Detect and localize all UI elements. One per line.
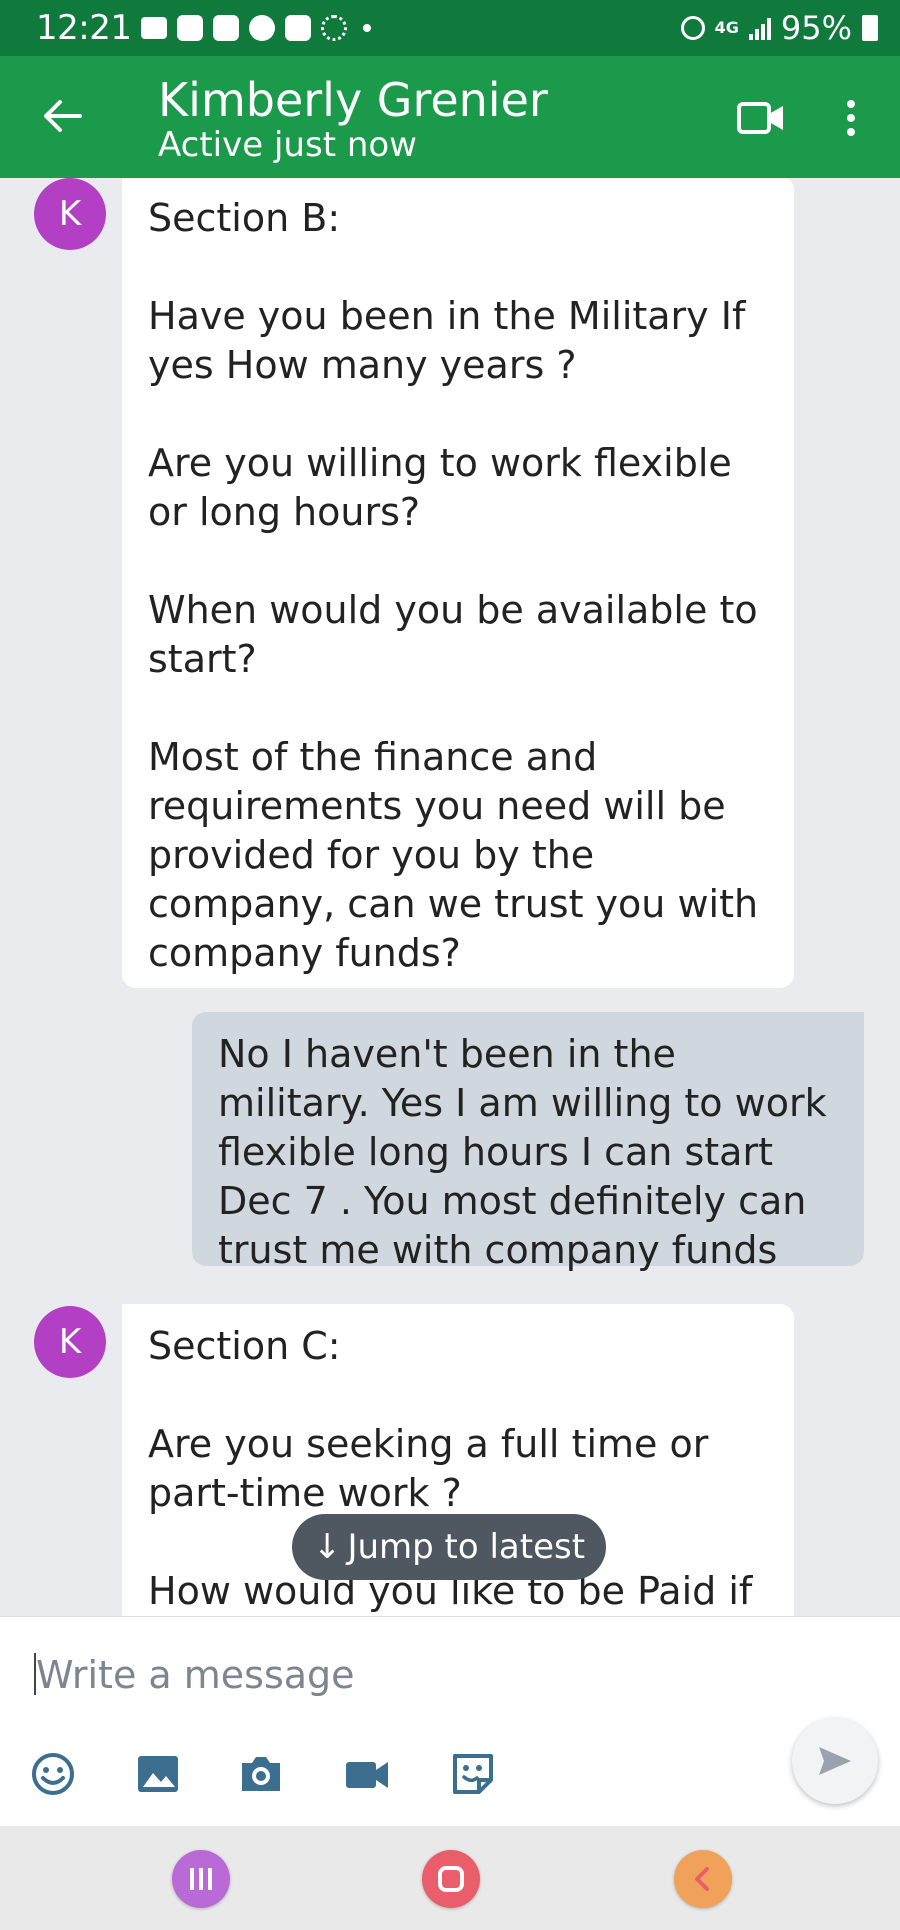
app-notification-icon bbox=[285, 15, 312, 41]
jump-to-latest-button[interactable]: ↓ Jump to latest bbox=[292, 1514, 606, 1580]
send-button[interactable] bbox=[792, 1718, 878, 1804]
message-notification-icon bbox=[141, 17, 168, 39]
chat-header: Kimberly Grenier Active just now bbox=[0, 56, 900, 178]
signal-icon bbox=[748, 16, 771, 40]
home-icon bbox=[438, 1866, 464, 1892]
app-notification-icon bbox=[213, 15, 240, 41]
send-icon bbox=[819, 1747, 851, 1775]
battery-icon bbox=[862, 15, 878, 41]
down-arrow-icon: ↓ bbox=[312, 1527, 342, 1567]
home-button[interactable] bbox=[422, 1850, 480, 1908]
composer bbox=[0, 1616, 900, 1827]
message-input[interactable] bbox=[34, 1639, 778, 1711]
back-button[interactable] bbox=[674, 1850, 732, 1908]
message-list[interactable]: K Section B: Have you been in the Milita… bbox=[0, 178, 900, 1616]
emoji-icon[interactable] bbox=[30, 1751, 76, 1797]
camera-icon[interactable] bbox=[238, 1751, 284, 1797]
status-time: 12:21 bbox=[36, 8, 132, 48]
image-icon[interactable] bbox=[135, 1751, 181, 1797]
outgoing-message[interactable]: No I haven't been in the military. Yes I… bbox=[192, 1012, 864, 1272]
system-nav-bar bbox=[0, 1826, 900, 1930]
contact-status: Active just now bbox=[158, 125, 417, 165]
settings-icon bbox=[321, 15, 348, 41]
contact-info[interactable]: Kimberly Grenier Active just now bbox=[158, 74, 548, 164]
text-caret bbox=[34, 1653, 36, 1695]
avatar[interactable]: K bbox=[34, 1306, 106, 1378]
facebook-icon bbox=[249, 15, 276, 41]
jump-to-latest-label: Jump to latest bbox=[347, 1527, 586, 1567]
back-arrow-icon[interactable] bbox=[40, 94, 84, 138]
video-call-icon[interactable] bbox=[736, 98, 786, 138]
avatar[interactable]: K bbox=[34, 178, 106, 250]
more-notifications-dot bbox=[363, 24, 372, 32]
network-type: 4G bbox=[714, 18, 739, 37]
status-bar: 12:21 4G 95% bbox=[0, 0, 900, 56]
app-notification-icon bbox=[177, 15, 204, 41]
incoming-message[interactable]: Section B: Have you been in the Military… bbox=[122, 178, 794, 988]
video-icon[interactable] bbox=[344, 1751, 390, 1797]
sticker-icon[interactable] bbox=[450, 1751, 496, 1797]
back-icon bbox=[695, 1867, 709, 1891]
battery-level: 95% bbox=[780, 9, 852, 47]
contact-name: Kimberly Grenier bbox=[158, 73, 548, 127]
more-options-icon[interactable] bbox=[836, 96, 866, 140]
alarm-icon bbox=[680, 16, 705, 40]
recents-icon bbox=[190, 1868, 212, 1890]
recents-button[interactable] bbox=[172, 1850, 230, 1908]
